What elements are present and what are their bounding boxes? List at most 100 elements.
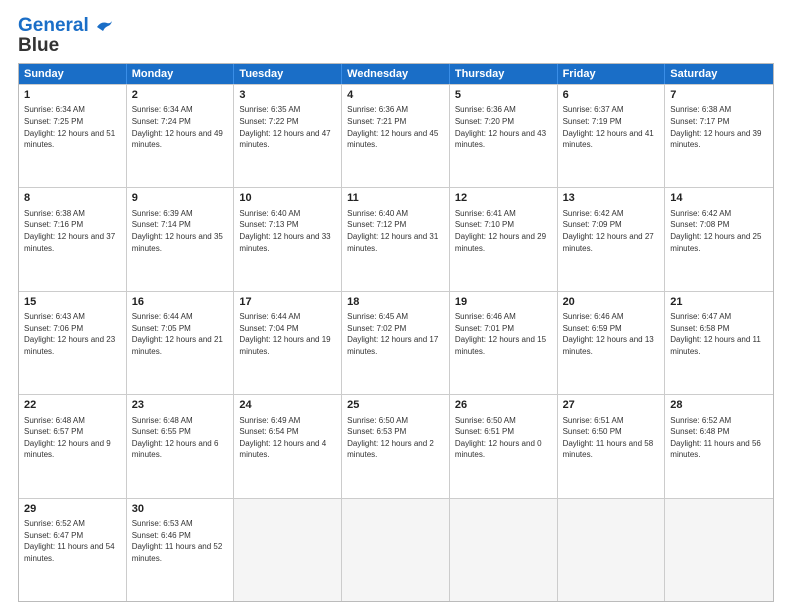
day-number: 28 — [670, 398, 768, 413]
header-monday: Monday — [127, 64, 235, 84]
day-number: 14 — [670, 191, 768, 206]
week-row-1: 1 Sunrise: 6:34 AM Sunset: 7:25 PM Dayli… — [19, 84, 773, 187]
day-number: 30 — [132, 502, 229, 517]
day-cell-25: 25 Sunrise: 6:50 AM Sunset: 6:53 PM Dayl… — [342, 395, 450, 497]
sun-info: Sunrise: 6:44 AM Sunset: 7:05 PM Dayligh… — [132, 311, 229, 357]
day-number: 3 — [239, 88, 336, 103]
calendar-body: 1 Sunrise: 6:34 AM Sunset: 7:25 PM Dayli… — [19, 84, 773, 601]
day-cell-3: 3 Sunrise: 6:35 AM Sunset: 7:22 PM Dayli… — [234, 85, 342, 187]
day-number: 2 — [132, 88, 229, 103]
day-number: 7 — [670, 88, 768, 103]
header-tuesday: Tuesday — [234, 64, 342, 84]
sun-info: Sunrise: 6:41 AM Sunset: 7:10 PM Dayligh… — [455, 208, 552, 254]
sun-info: Sunrise: 6:52 AM Sunset: 6:48 PM Dayligh… — [670, 415, 768, 461]
day-cell-20: 20 Sunrise: 6:46 AM Sunset: 6:59 PM Dayl… — [558, 292, 666, 394]
day-number: 21 — [670, 295, 768, 310]
day-number: 16 — [132, 295, 229, 310]
day-cell-12: 12 Sunrise: 6:41 AM Sunset: 7:10 PM Dayl… — [450, 188, 558, 290]
sun-info: Sunrise: 6:42 AM Sunset: 7:09 PM Dayligh… — [563, 208, 660, 254]
week-row-2: 8 Sunrise: 6:38 AM Sunset: 7:16 PM Dayli… — [19, 187, 773, 290]
empty-cell — [450, 499, 558, 601]
sun-info: Sunrise: 6:46 AM Sunset: 7:01 PM Dayligh… — [455, 311, 552, 357]
day-cell-6: 6 Sunrise: 6:37 AM Sunset: 7:19 PM Dayli… — [558, 85, 666, 187]
sun-info: Sunrise: 6:36 AM Sunset: 7:20 PM Dayligh… — [455, 104, 552, 150]
day-cell-10: 10 Sunrise: 6:40 AM Sunset: 7:13 PM Dayl… — [234, 188, 342, 290]
header-thursday: Thursday — [450, 64, 558, 84]
day-cell-11: 11 Sunrise: 6:40 AM Sunset: 7:12 PM Dayl… — [342, 188, 450, 290]
sun-info: Sunrise: 6:50 AM Sunset: 6:51 PM Dayligh… — [455, 415, 552, 461]
week-row-4: 22 Sunrise: 6:48 AM Sunset: 6:57 PM Dayl… — [19, 394, 773, 497]
day-cell-5: 5 Sunrise: 6:36 AM Sunset: 7:20 PM Dayli… — [450, 85, 558, 187]
day-number: 8 — [24, 191, 121, 206]
sun-info: Sunrise: 6:48 AM Sunset: 6:55 PM Dayligh… — [132, 415, 229, 461]
sun-info: Sunrise: 6:47 AM Sunset: 6:58 PM Dayligh… — [670, 311, 768, 357]
logo-general: General — [18, 15, 89, 36]
day-cell-22: 22 Sunrise: 6:48 AM Sunset: 6:57 PM Dayl… — [19, 395, 127, 497]
day-number: 29 — [24, 502, 121, 517]
sun-info: Sunrise: 6:53 AM Sunset: 6:46 PM Dayligh… — [132, 518, 229, 564]
day-number: 25 — [347, 398, 444, 413]
day-number: 1 — [24, 88, 121, 103]
day-number: 6 — [563, 88, 660, 103]
day-cell-2: 2 Sunrise: 6:34 AM Sunset: 7:24 PM Dayli… — [127, 85, 235, 187]
empty-cell — [558, 499, 666, 601]
day-number: 9 — [132, 191, 229, 206]
week-row-3: 15 Sunrise: 6:43 AM Sunset: 7:06 PM Dayl… — [19, 291, 773, 394]
day-cell-28: 28 Sunrise: 6:52 AM Sunset: 6:48 PM Dayl… — [665, 395, 773, 497]
day-number: 11 — [347, 191, 444, 206]
sun-info: Sunrise: 6:42 AM Sunset: 7:08 PM Dayligh… — [670, 208, 768, 254]
day-cell-13: 13 Sunrise: 6:42 AM Sunset: 7:09 PM Dayl… — [558, 188, 666, 290]
sun-info: Sunrise: 6:51 AM Sunset: 6:50 PM Dayligh… — [563, 415, 660, 461]
sun-info: Sunrise: 6:40 AM Sunset: 7:12 PM Dayligh… — [347, 208, 444, 254]
sun-info: Sunrise: 6:38 AM Sunset: 7:16 PM Dayligh… — [24, 208, 121, 254]
day-number: 17 — [239, 295, 336, 310]
week-row-5: 29 Sunrise: 6:52 AM Sunset: 6:47 PM Dayl… — [19, 498, 773, 601]
sun-info: Sunrise: 6:39 AM Sunset: 7:14 PM Dayligh… — [132, 208, 229, 254]
empty-cell — [665, 499, 773, 601]
sun-info: Sunrise: 6:34 AM Sunset: 7:24 PM Dayligh… — [132, 104, 229, 150]
logo-blue: Blue — [18, 36, 59, 55]
day-number: 24 — [239, 398, 336, 413]
day-cell-9: 9 Sunrise: 6:39 AM Sunset: 7:14 PM Dayli… — [127, 188, 235, 290]
sun-info: Sunrise: 6:36 AM Sunset: 7:21 PM Dayligh… — [347, 104, 444, 150]
sun-info: Sunrise: 6:34 AM Sunset: 7:25 PM Dayligh… — [24, 104, 121, 150]
sun-info: Sunrise: 6:50 AM Sunset: 6:53 PM Dayligh… — [347, 415, 444, 461]
day-cell-26: 26 Sunrise: 6:50 AM Sunset: 6:51 PM Dayl… — [450, 395, 558, 497]
sun-info: Sunrise: 6:44 AM Sunset: 7:04 PM Dayligh… — [239, 311, 336, 357]
sun-info: Sunrise: 6:35 AM Sunset: 7:22 PM Dayligh… — [239, 104, 336, 150]
day-number: 4 — [347, 88, 444, 103]
day-number: 12 — [455, 191, 552, 206]
logo: General Blue — [18, 16, 113, 55]
day-number: 19 — [455, 295, 552, 310]
sun-info: Sunrise: 6:38 AM Sunset: 7:17 PM Dayligh… — [670, 104, 768, 150]
day-cell-23: 23 Sunrise: 6:48 AM Sunset: 6:55 PM Dayl… — [127, 395, 235, 497]
header-saturday: Saturday — [665, 64, 773, 84]
sun-info: Sunrise: 6:46 AM Sunset: 6:59 PM Dayligh… — [563, 311, 660, 357]
day-number: 22 — [24, 398, 121, 413]
sun-info: Sunrise: 6:37 AM Sunset: 7:19 PM Dayligh… — [563, 104, 660, 150]
sun-info: Sunrise: 6:40 AM Sunset: 7:13 PM Dayligh… — [239, 208, 336, 254]
day-cell-18: 18 Sunrise: 6:45 AM Sunset: 7:02 PM Dayl… — [342, 292, 450, 394]
day-number: 20 — [563, 295, 660, 310]
day-number: 18 — [347, 295, 444, 310]
day-cell-16: 16 Sunrise: 6:44 AM Sunset: 7:05 PM Dayl… — [127, 292, 235, 394]
day-cell-14: 14 Sunrise: 6:42 AM Sunset: 7:08 PM Dayl… — [665, 188, 773, 290]
day-cell-8: 8 Sunrise: 6:38 AM Sunset: 7:16 PM Dayli… — [19, 188, 127, 290]
calendar: SundayMondayTuesdayWednesdayThursdayFrid… — [18, 63, 774, 602]
empty-cell — [342, 499, 450, 601]
day-number: 23 — [132, 398, 229, 413]
header-friday: Friday — [558, 64, 666, 84]
day-number: 27 — [563, 398, 660, 413]
calendar-header: SundayMondayTuesdayWednesdayThursdayFrid… — [19, 64, 773, 84]
sun-info: Sunrise: 6:52 AM Sunset: 6:47 PM Dayligh… — [24, 518, 121, 564]
header-wednesday: Wednesday — [342, 64, 450, 84]
day-cell-17: 17 Sunrise: 6:44 AM Sunset: 7:04 PM Dayl… — [234, 292, 342, 394]
day-cell-19: 19 Sunrise: 6:46 AM Sunset: 7:01 PM Dayl… — [450, 292, 558, 394]
header-sunday: Sunday — [19, 64, 127, 84]
day-number: 5 — [455, 88, 552, 103]
day-cell-15: 15 Sunrise: 6:43 AM Sunset: 7:06 PM Dayl… — [19, 292, 127, 394]
sun-info: Sunrise: 6:43 AM Sunset: 7:06 PM Dayligh… — [24, 311, 121, 357]
day-number: 26 — [455, 398, 552, 413]
day-cell-1: 1 Sunrise: 6:34 AM Sunset: 7:25 PM Dayli… — [19, 85, 127, 187]
sun-info: Sunrise: 6:48 AM Sunset: 6:57 PM Dayligh… — [24, 415, 121, 461]
